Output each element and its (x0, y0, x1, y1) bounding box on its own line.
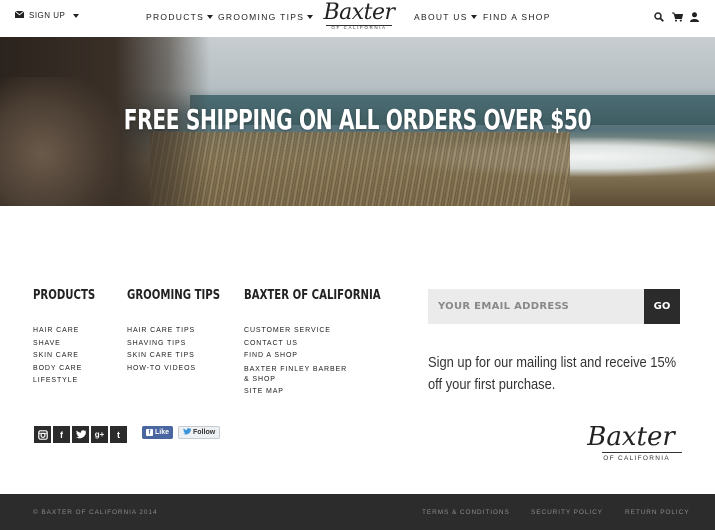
email-input[interactable] (428, 289, 644, 324)
search-icon[interactable] (654, 12, 665, 23)
envelope-icon (14, 10, 25, 20)
google-plus-icon[interactable]: g+ (91, 426, 108, 443)
tumblr-icon[interactable]: t (110, 426, 127, 443)
nav-products-label: PRODUCTS (146, 12, 205, 22)
nav-find-a-shop[interactable]: FIND A SHOP (483, 12, 551, 22)
chevron-down-icon (470, 15, 477, 19)
footer-heading: PRODUCTS (33, 288, 96, 303)
footer-link[interactable]: LIFESTYLE (33, 375, 113, 388)
nav-about-us-label: ABOUT US (414, 12, 468, 22)
chevron-down-icon (307, 15, 314, 19)
logo-script: Baxter (323, 0, 395, 25)
nav-about-us[interactable]: ABOUT US (414, 12, 477, 22)
terms-link[interactable]: TERMS & CONDITIONS (422, 509, 510, 516)
signup-label: SIGN UP (29, 11, 66, 20)
site-logo[interactable]: Baxter OF CALIFORNIA (318, 2, 400, 35)
user-icon[interactable] (690, 12, 701, 23)
facebook-icon[interactable]: f (53, 426, 70, 443)
nav-grooming-tips-label: GROOMING TIPS (218, 12, 305, 22)
social-icons: f g+ t (34, 426, 127, 443)
footer-column-grooming-tips: GROOMING TIPS HAIR CARE TIPS SHAVING TIP… (127, 288, 246, 375)
cart-icon[interactable] (672, 12, 683, 23)
signup-menu[interactable]: SIGN UP (14, 10, 80, 20)
footer-heading: GROOMING TIPS (127, 288, 221, 303)
footer-link[interactable]: HOW-TO VIDEOS (127, 363, 246, 376)
nav-find-a-shop-label: FIND A SHOP (483, 12, 551, 22)
footer-link[interactable]: SKIN CARE (33, 350, 113, 363)
footer-link[interactable]: SHAVING TIPS (127, 338, 246, 351)
footer-heading: BAXTER OF CALIFORNIA (244, 288, 381, 303)
chevron-down-icon (73, 13, 80, 18)
facebook-like-button[interactable]: f Like (142, 426, 174, 439)
chevron-down-icon (207, 15, 214, 19)
instagram-icon[interactable] (34, 426, 51, 443)
footer-link[interactable]: SITE MAP (244, 386, 354, 399)
footer-logo-subtitle: OF CALIFORNIA (603, 455, 670, 462)
twitter-follow-label: Follow (193, 429, 216, 436)
footer-link[interactable]: BODY CARE (33, 363, 113, 376)
footer-column-baxter: BAXTER OF CALIFORNIA CUSTOMER SERVICE CO… (244, 288, 419, 398)
hero-grass (150, 132, 570, 206)
twitter-bird-icon (183, 428, 191, 437)
facebook-like-label: Like (155, 429, 170, 436)
footer-link[interactable]: HAIR CARE TIPS (127, 325, 246, 338)
footer-link[interactable]: CUSTOMER SERVICE (244, 325, 354, 338)
hero-foreground-figure (0, 77, 120, 206)
nav-products[interactable]: PRODUCTS (146, 12, 214, 22)
go-button[interactable]: GO (644, 289, 680, 324)
top-navigation: SIGN UP PRODUCTS GROOMING TIPS Baxter OF… (0, 0, 715, 36)
footer-link[interactable]: FIND A SHOP (244, 350, 354, 363)
return-policy-link[interactable]: RETURN POLICY (625, 509, 689, 516)
hero-banner[interactable]: FREE SHIPPING ON ALL ORDERS OVER $50 (0, 37, 715, 206)
nav-grooming-tips[interactable]: GROOMING TIPS (218, 12, 314, 22)
copyright-text: © BAXTER OF CALIFORNIA 2014 (33, 509, 158, 516)
bottom-bar: © BAXTER OF CALIFORNIA 2014 TERMS & COND… (0, 494, 715, 530)
footer-logo-rule (602, 452, 682, 453)
twitter-follow-button[interactable]: Follow (178, 426, 221, 439)
facebook-icon: f (146, 429, 153, 436)
footer-logo[interactable]: Baxter OF CALIFORNIA (580, 424, 682, 466)
logo-rule (326, 25, 392, 26)
footer-link[interactable]: SHAVE (33, 338, 113, 351)
footer-link[interactable]: SKIN CARE TIPS (127, 350, 246, 363)
footer-logo-script: Baxter (587, 422, 675, 452)
mailing-list-text: Sign up for our mailing list and receive… (428, 354, 677, 393)
security-policy-link[interactable]: SECURITY POLICY (531, 509, 603, 516)
footer-link[interactable]: CONTACT US (244, 338, 354, 351)
hero-title: FREE SHIPPING ON ALL ORDERS OVER $50 (123, 103, 592, 136)
footer-link[interactable]: HAIR CARE (33, 325, 113, 338)
footer-column-products: PRODUCTS HAIR CARE SHAVE SKIN CARE BODY … (33, 288, 113, 388)
utility-icons (654, 12, 701, 23)
footer-link[interactable]: BAXTER FINLEY BARBER & SHOP (244, 363, 354, 386)
twitter-icon[interactable] (72, 426, 89, 443)
